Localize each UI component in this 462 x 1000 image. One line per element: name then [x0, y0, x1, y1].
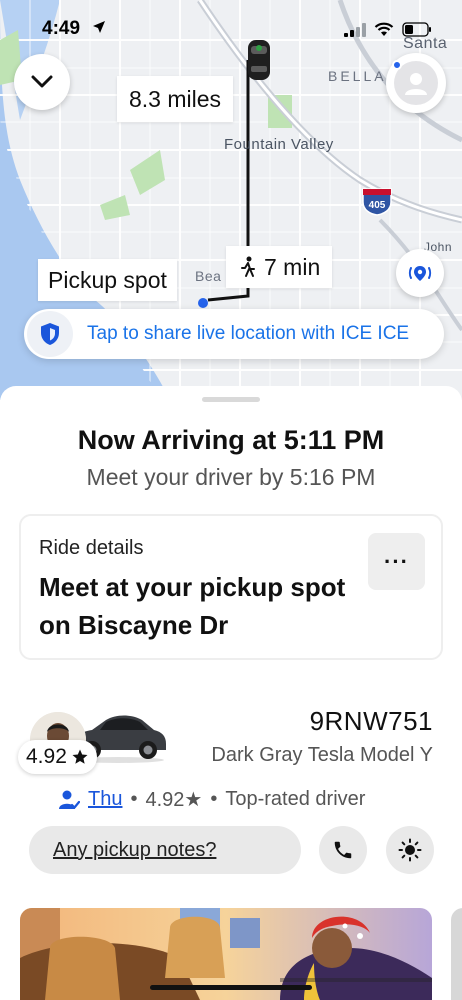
walking-icon [241, 256, 255, 277]
meet-driver-by: Meet your driver by 5:16 PM [86, 464, 376, 490]
walk-time-text: 7 min [264, 253, 321, 280]
map-view[interactable]: 405 Santa A BELLA Fountain Valley John W… [0, 0, 462, 400]
phone-icon [334, 841, 352, 859]
ride-details-card[interactable]: Ride details Meet at your pickup spot on… [19, 514, 443, 660]
map-label-fountain-valley: Fountain Valley [224, 136, 334, 153]
driver-rating-text: 4.92★ [145, 789, 203, 811]
share-location-banner[interactable]: Tap to share live location with ICE ICE [24, 309, 444, 359]
chevron-down-icon [31, 75, 53, 88]
call-driver-button[interactable] [319, 826, 367, 874]
walk-time-chip: 7 min [226, 246, 333, 288]
driver-rating-value: 4.92 [26, 745, 67, 768]
more-options-button[interactable]: ··· [368, 533, 425, 590]
battery-icon [402, 22, 431, 37]
signal-icon [344, 22, 366, 37]
driver-info-line: Thu • 4.92★ • Top-rated driver [58, 787, 365, 812]
pickup-spot-chip[interactable]: Pickup spot [38, 259, 177, 301]
verified-driver-icon [59, 790, 80, 809]
locate-me-button[interactable] [396, 249, 444, 297]
next-promo-card-edge[interactable] [451, 908, 462, 1000]
separator: • [130, 788, 138, 810]
car-model: Dark Gray Tesla Model Y [211, 744, 433, 766]
pickup-notes-button[interactable]: Any pickup notes? [29, 826, 301, 874]
more-icon: ··· [384, 548, 409, 574]
shield-icon [27, 311, 73, 357]
distance-chip: 8.3 miles [117, 76, 234, 122]
status-bar: 4:49 [0, 14, 462, 46]
sun-icon [398, 838, 422, 862]
sheet-grabber[interactable] [202, 397, 260, 402]
location-arrow-icon [93, 21, 105, 33]
wifi-icon [374, 22, 394, 36]
star-icon [72, 749, 88, 764]
driver-name-link[interactable]: Thu [88, 788, 122, 811]
separator: • [210, 788, 218, 810]
license-plate: 9RNW751 [309, 706, 433, 736]
location-broadcast-icon [408, 266, 432, 281]
ride-details-label: Ride details [39, 537, 144, 559]
trip-sheet: Now Arriving at 5:11 PM Meet your driver… [0, 386, 462, 1000]
collapse-map-button[interactable] [14, 54, 70, 110]
status-time: 4:49 [42, 18, 81, 39]
status-icons [344, 22, 432, 37]
share-location-text: Tap to share live location with ICE ICE [87, 323, 410, 344]
home-indicator [150, 985, 312, 990]
map-label-seal: Bea [195, 268, 222, 284]
light-signal-button[interactable] [386, 826, 434, 874]
highway-405-shield: 405 [362, 188, 392, 216]
notification-dot [392, 60, 402, 70]
arrival-title: Now Arriving at 5:11 PM [77, 425, 385, 455]
ride-details-text: Meet at your pickup spot on Biscayne Dr [39, 572, 346, 640]
top-rated-badge: Top-rated driver [225, 788, 366, 810]
highway-405-label: 405 [369, 200, 386, 211]
person-icon [405, 73, 427, 95]
map-label-bella: BELLA [328, 68, 387, 84]
driver-rating-pill: 4.92 [18, 740, 97, 774]
